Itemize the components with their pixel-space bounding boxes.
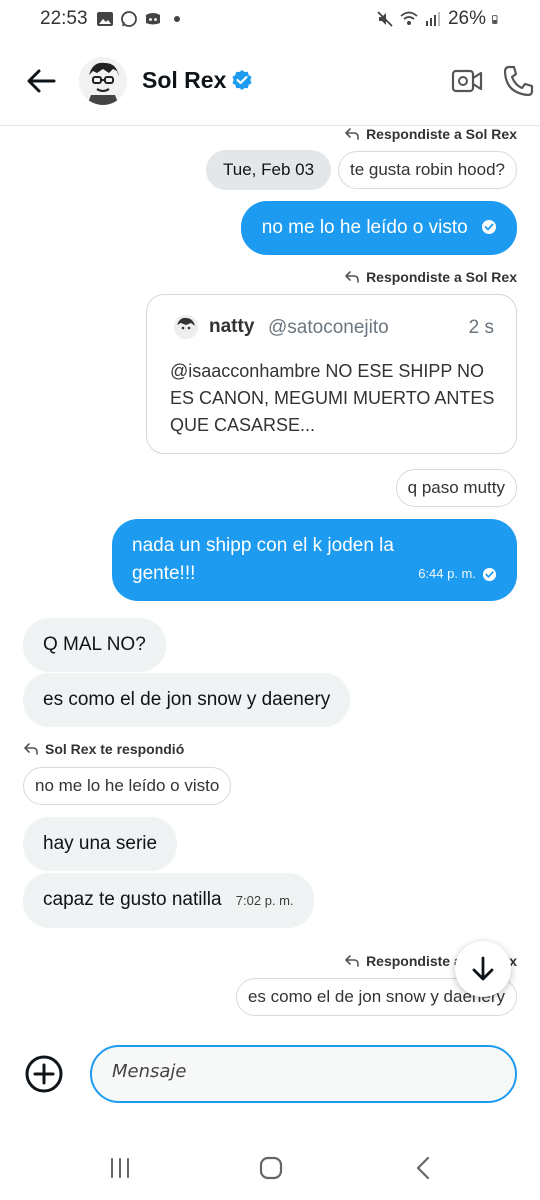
tweet-avatar-illustration	[174, 315, 198, 339]
dot-icon	[174, 16, 180, 22]
tweet-text: @isaacconhambre NO ESE SHIPP NO ES CANON…	[170, 361, 495, 435]
status-time: 22:53	[40, 8, 88, 29]
message-bubble-outgoing[interactable]: nada un shipp con el k joden la gente!!!…	[112, 519, 517, 601]
verified-badge-icon	[232, 70, 252, 90]
message-bubble-incoming[interactable]: capaz te gusto natilla 7:02 p. m.	[23, 873, 314, 928]
home-icon[interactable]	[259, 1156, 283, 1180]
battery-percent: 26%	[447, 8, 486, 29]
wifi-icon	[400, 11, 418, 25]
date-separator: Tue, Feb 03	[206, 150, 332, 190]
tweet-timestamp: 2 s	[468, 317, 494, 338]
message-text: capaz te gusto natilla	[43, 889, 222, 910]
message-bubble-outgoing[interactable]: no me lo he leído o visto	[240, 201, 517, 255]
message-text: Q MAL NO?	[43, 634, 146, 655]
status-icons-left	[96, 10, 186, 28]
contact-name[interactable]: Sol Rex	[142, 67, 226, 94]
video-call-icon[interactable]	[451, 66, 483, 96]
reply-arrow-icon	[345, 271, 359, 283]
avatar[interactable]	[79, 57, 127, 105]
add-attachment-icon[interactable]	[24, 1054, 64, 1094]
quoted-message-text: q paso mutty	[407, 478, 505, 497]
discord-icon	[146, 13, 160, 25]
quoted-message-chip[interactable]: q paso mutty	[395, 469, 517, 507]
recents-icon[interactable]	[108, 1156, 132, 1180]
battery-icon	[492, 15, 498, 24]
message-text: hay una serie	[43, 833, 158, 854]
message-composer[interactable]	[90, 1045, 517, 1103]
message-bubble-incoming[interactable]: Q MAL NO?	[23, 618, 166, 672]
mute-icon	[377, 11, 393, 27]
reply-arrow-icon	[345, 955, 359, 967]
whatsapp-icon	[121, 11, 137, 27]
message-text: no me lo he leído o visto	[261, 217, 468, 238]
quoted-message-chip[interactable]: te gusta robin hood?	[337, 151, 517, 189]
reply-arrow-icon	[24, 743, 38, 755]
quoted-message-text: no me lo he leído o visto	[35, 776, 220, 795]
message-text-line: nada un shipp con el k joden la	[132, 535, 394, 556]
reply-context-text: Respondiste a Sol Rex	[366, 269, 517, 285]
message-text-line: gente!!!	[132, 563, 196, 584]
message-bubble-incoming[interactable]: es como el de jon snow y daenery	[23, 673, 351, 727]
image-icon	[97, 12, 113, 26]
message-time: 6:44 p. m.	[418, 566, 476, 581]
scroll-to-bottom-button[interactable]	[455, 941, 511, 997]
tweet-author-handle: @satoconejito	[268, 317, 389, 338]
message-bubble-incoming[interactable]: hay una serie	[23, 817, 178, 871]
nav-back-icon[interactable]	[412, 1156, 436, 1180]
phone-call-icon[interactable]	[502, 64, 534, 98]
tweet-author-avatar	[174, 315, 198, 339]
quoted-tweet-card[interactable]: natty @satoconejito 2 s @isaacconhambre …	[146, 294, 517, 454]
reply-context-label: Respondiste a Sol Rex	[344, 126, 517, 142]
back-arrow-icon[interactable]	[24, 64, 58, 98]
reply-context-label: Respondiste a Sol Rex	[344, 269, 517, 285]
message-text: es como el de jon snow y daenery	[43, 689, 331, 710]
message-input[interactable]	[112, 1061, 492, 1082]
signal-icon	[425, 12, 440, 26]
reply-context-label: Sol Rex te respondió	[23, 741, 184, 757]
read-check-icon	[482, 567, 497, 581]
tweet-author-name: natty	[209, 316, 255, 337]
quoted-message-text: te gusta robin hood?	[349, 160, 505, 179]
reply-context-text: Sol Rex te respondió	[45, 741, 185, 757]
avatar-illustration	[79, 57, 127, 105]
message-time: 7:02 p. m.	[235, 893, 294, 908]
quoted-message-chip[interactable]: no me lo he leído o visto	[23, 767, 232, 805]
reply-context-text: Respondiste a Sol Rex	[366, 126, 517, 142]
read-check-icon	[482, 220, 496, 234]
reply-arrow-icon	[345, 128, 359, 140]
arrow-down-icon	[472, 956, 494, 981]
status-icons-right: 26%	[376, 8, 502, 30]
